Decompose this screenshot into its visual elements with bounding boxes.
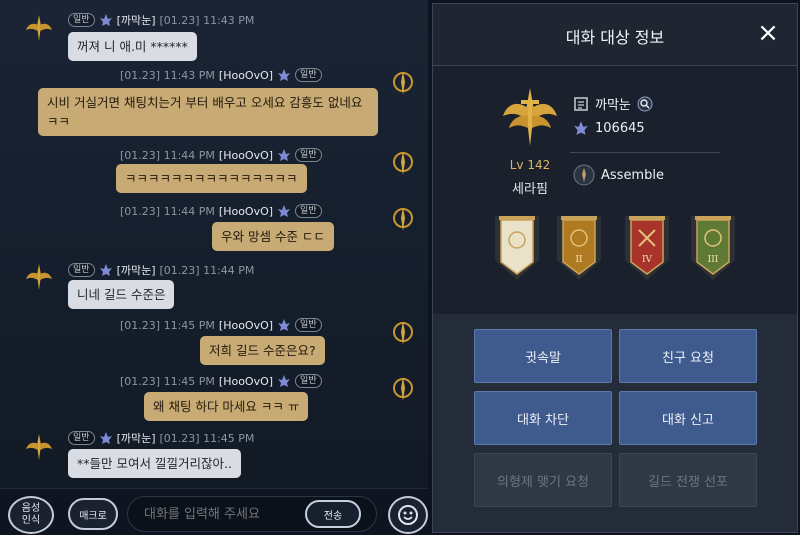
guild-banner-icon: II [557, 216, 601, 280]
channel-badge: 일반 [295, 204, 322, 218]
lotus-icon [278, 375, 291, 387]
channel-badge: 일반 [68, 13, 95, 27]
timestamp: [01.23] 11:44 PM [120, 204, 215, 218]
panel-header: 대화 대상 정보 × [433, 4, 797, 66]
timestamp: [01.23] 11:45 PM [120, 374, 215, 388]
sender-name[interactable]: [HooOvO] [219, 205, 273, 218]
sender-name[interactable]: [까막눈] [117, 430, 156, 446]
channel-badge: 일반 [295, 318, 322, 332]
target-info-panel: 대화 대상 정보 × Lv 142 세라핌 까막눈 106645 Assembl… [432, 3, 798, 533]
chat-bubble: 시비 거실거면 채팅치는거 부터 배우고 오세요 감흥도 없네요 ㅋㅋ [38, 88, 378, 136]
channel-badge: 일반 [295, 148, 322, 162]
whisper-button[interactable]: 귓속말 [474, 329, 612, 383]
class-emblem-icon [393, 207, 413, 231]
report-chat-button[interactable]: 대화 신고 [619, 391, 757, 445]
chat-bubble: 왜 채팅 하다 마세요 ㅋㅋ ㅠ [144, 392, 309, 421]
class-emblem-icon [26, 15, 52, 41]
banner-numeral: II [575, 255, 583, 265]
channel-badge: 일반 [295, 68, 322, 82]
emote-button[interactable] [388, 496, 428, 534]
timestamp: [01.23] 11:44 PM [159, 263, 255, 277]
sender-name[interactable]: [HooOvO] [219, 149, 273, 162]
lotus-icon [99, 264, 112, 276]
timestamp: [01.23] 11:45 PM [120, 318, 215, 332]
channel-badge: 일반 [68, 431, 95, 445]
channel-badge: 일반 [68, 263, 95, 277]
voice-label-bottom: 인식 [21, 515, 41, 526]
voice-label-top: 음성 [21, 503, 41, 514]
class-emblem-icon [503, 88, 557, 146]
chat-bubble: 우와 망셈 수준 ㄷㄷ [212, 222, 334, 251]
combat-power: 106645 [595, 120, 645, 136]
chat-bubble: 저희 길드 수준은요? [200, 336, 325, 365]
chat-bubble: ㅋㅋㅋㅋㅋㅋㅋㅋㅋㅋㅋㅋㅋㅋㅋ [116, 164, 307, 193]
chat-pane: 일반 [까막눈] [01.23] 11:43 PM 꺼져 니 애.미 *****… [0, 0, 428, 535]
lotus-icon [278, 149, 291, 161]
sender-name[interactable]: [HooOvO] [219, 375, 273, 388]
message-meta: [01.23] 11:45 PM [HooOvO] 일반 [120, 318, 322, 332]
panel-title: 대화 대상 정보 [565, 28, 665, 47]
banner-numeral: IV [642, 255, 653, 265]
character-level: Lv 142 [509, 158, 551, 172]
chat-bubble: 니네 길드 수준은 [68, 280, 175, 309]
message-meta: 일반 [까막눈] [01.23] 11:44 PM [68, 262, 254, 278]
guild-banner-icon: IV [625, 216, 669, 280]
character-name: 까막눈 [595, 98, 631, 113]
message-meta: [01.23] 11:43 PM [HooOvO] 일반 [120, 68, 322, 82]
sender-name[interactable]: [까막눈] [117, 262, 156, 278]
lotus-icon [574, 121, 588, 135]
lotus-icon [278, 205, 291, 217]
sender-name[interactable]: [HooOvO] [219, 69, 273, 82]
friend-request-button[interactable]: 친구 요청 [619, 329, 757, 383]
class-emblem-icon [393, 321, 413, 345]
timestamp: [01.23] 11:43 PM [159, 13, 255, 27]
search-icon[interactable] [637, 96, 653, 112]
message-meta: [01.23] 11:44 PM [HooOvO] 일반 [120, 148, 322, 162]
character-name-row: 까막눈 [573, 94, 653, 113]
class-emblem-icon [393, 377, 413, 401]
voice-input-button[interactable]: 음성 인식 [8, 496, 54, 534]
guild-icon [573, 164, 595, 186]
message-meta: 일반 [까막눈] [01.23] 11:43 PM [68, 12, 254, 28]
lotus-icon [278, 69, 291, 81]
lotus-icon [99, 14, 112, 26]
message-meta: 일반 [까막눈] [01.23] 11:45 PM [68, 430, 254, 446]
chat-bubble: 꺼져 니 애.미 ****** [68, 32, 197, 61]
timestamp: [01.23] 11:44 PM [120, 148, 215, 162]
name-tag-icon [574, 96, 588, 111]
class-emblem-icon [393, 151, 413, 175]
chat-bubble: **들만 모여서 낄낄거리잖아.. [68, 449, 241, 478]
class-emblem-icon [26, 434, 52, 460]
message-meta: [01.23] 11:44 PM [HooOvO] 일반 [120, 204, 322, 218]
banner-numeral: III [708, 255, 719, 265]
class-emblem-icon [393, 71, 413, 95]
guild-row: Assemble [573, 164, 664, 186]
emote-icon [398, 505, 418, 525]
class-emblem-icon [26, 264, 52, 290]
block-chat-button[interactable]: 대화 차단 [474, 391, 612, 445]
message-meta: [01.23] 11:45 PM [HooOvO] 일반 [120, 374, 322, 388]
macro-button[interactable]: 매크로 [68, 498, 118, 530]
channel-badge: 일반 [295, 374, 322, 388]
guild-banner-icon [495, 216, 539, 280]
lotus-icon [99, 432, 112, 444]
sender-name[interactable]: [HooOvO] [219, 319, 273, 332]
guild-banner-icon: III [691, 216, 735, 280]
timestamp: [01.23] 11:45 PM [159, 431, 255, 445]
timestamp: [01.23] 11:43 PM [120, 68, 215, 82]
character-class: 세라핌 [512, 182, 548, 197]
combat-power-row: 106645 [573, 120, 645, 136]
send-button[interactable]: 전송 [305, 500, 361, 528]
profile-section: Lv 142 세라핌 까막눈 106645 Assemble II IV III [433, 66, 797, 314]
guild-name[interactable]: Assemble [601, 168, 664, 183]
sworn-brother-request-button: 의형제 맺기 요청 [474, 453, 612, 507]
divider [570, 152, 720, 153]
lotus-icon [278, 319, 291, 331]
sender-name[interactable]: [까막눈] [117, 12, 156, 28]
guild-war-declare-button: 길드 전쟁 선포 [619, 453, 757, 507]
close-icon[interactable]: × [753, 18, 783, 48]
